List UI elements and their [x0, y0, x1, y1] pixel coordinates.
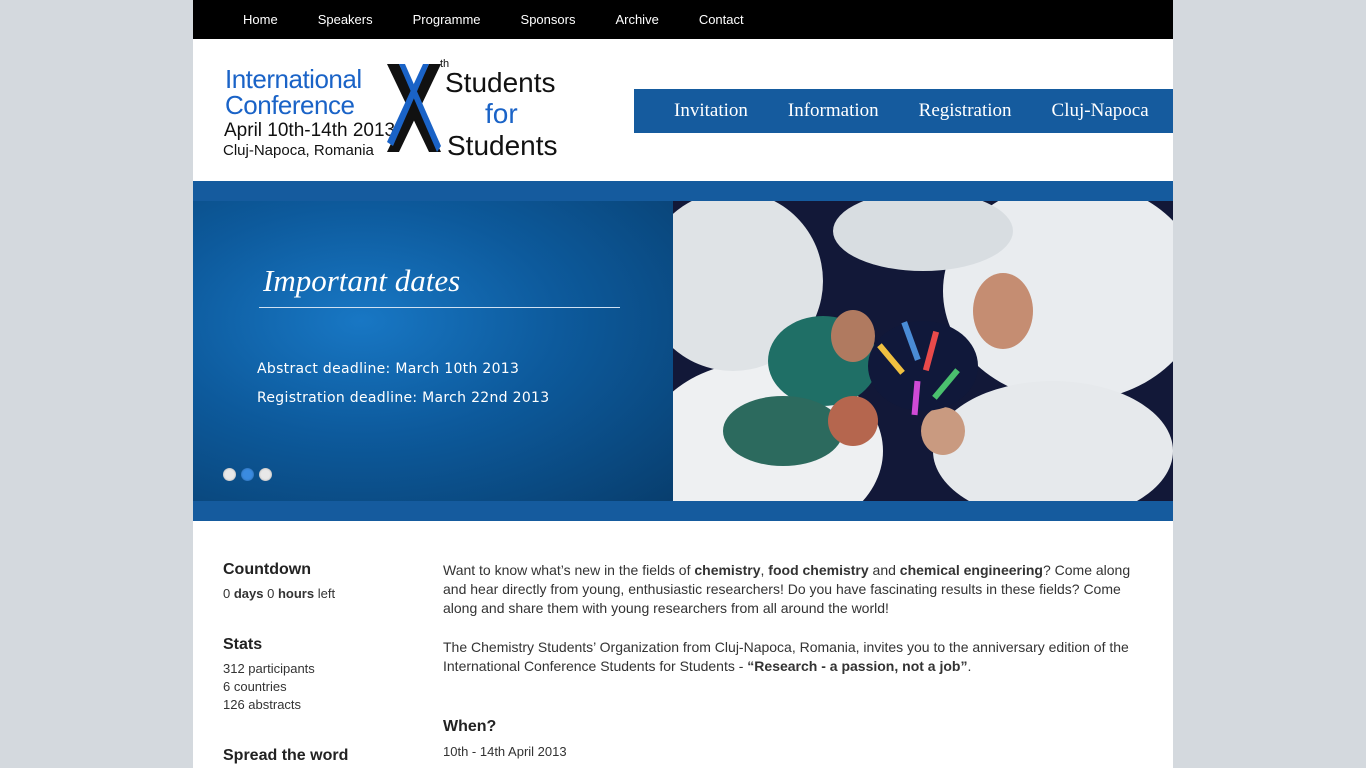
logo-text-dates: April 10th-14th 2013: [224, 120, 396, 141]
banner-slider: Important dates Abstract deadline: March…: [193, 181, 1173, 521]
countdown-hours: 0: [267, 586, 275, 601]
countdown-days: 0: [223, 586, 231, 601]
stats-participants: 312 participants: [223, 661, 315, 676]
intro-bold-chemical-engineering: chemical engineering: [899, 562, 1043, 578]
stats-abstracts: 126 abstracts: [223, 697, 302, 712]
top-nav-sponsors[interactable]: Sponsors: [501, 12, 596, 27]
spread-title: Spread the word: [223, 747, 349, 764]
top-nav-contact[interactable]: Contact: [679, 12, 764, 27]
roman-ten-x-icon: [387, 64, 441, 152]
invitation-paragraph: The Chemistry Students’ Organization fro…: [443, 638, 1143, 676]
header: International Conference April 10th-14th…: [193, 39, 1173, 181]
top-nav-archive[interactable]: Archive: [595, 12, 678, 27]
main-nav-information[interactable]: Information: [768, 100, 899, 122]
invitation-motto: “Research - a passion, not a job”: [747, 658, 968, 674]
invitation-text-2: .: [967, 658, 972, 674]
main-navigation: Invitation Information Registration Cluj…: [634, 89, 1173, 133]
main-nav-registration[interactable]: Registration: [899, 100, 1032, 122]
logo-text-international: International: [225, 64, 362, 94]
top-nav-speakers[interactable]: Speakers: [298, 12, 393, 27]
abstract-deadline: Abstract deadline: March 10th 2013: [257, 361, 520, 377]
intro-text-1: Want to know what’s new in the fields of: [443, 562, 695, 578]
countdown-title: Countdown: [223, 561, 311, 578]
countdown-left: left: [317, 586, 336, 601]
countdown-hours-label: hours: [277, 586, 315, 601]
page: Home Speakers Programme Sponsors Archive…: [193, 0, 1173, 768]
main-content: Want to know what’s new in the fields of…: [443, 561, 1143, 761]
when-title: When?: [443, 718, 497, 735]
slider-dot-2[interactable]: [241, 468, 254, 481]
top-nav-home[interactable]: Home: [223, 12, 298, 27]
logo-text-students-2: Students: [447, 130, 558, 161]
when-text: 10th - 14th April 2013: [443, 744, 567, 759]
slide-title: Important dates: [263, 263, 461, 298]
countdown-widget: Countdown 0 days 0 hours left: [223, 561, 423, 603]
registration-deadline: Registration deadline: March 22nd 2013: [257, 390, 550, 406]
main-nav-invitation[interactable]: Invitation: [654, 100, 768, 122]
stats-countries: 6 countries: [223, 679, 287, 694]
logo-text-conference: Conference: [225, 90, 355, 120]
intro-text-3: and: [868, 562, 900, 578]
slider-pagination: [223, 468, 272, 481]
slider-dot-3[interactable]: [259, 468, 272, 481]
slide-panel: Important dates Abstract deadline: March…: [193, 201, 673, 501]
conference-logo[interactable]: International Conference April 10th-14th…: [221, 56, 566, 161]
spread-widget: Spread the word: [223, 747, 423, 765]
countdown-value: 0 days 0 hours left: [223, 585, 423, 603]
top-nav-programme[interactable]: Programme: [393, 12, 501, 27]
intro-bold-food-chemistry: food chemistry: [768, 562, 869, 578]
slide-divider: [259, 307, 620, 308]
logo-text-for: for: [485, 98, 518, 129]
slider-dot-1[interactable]: [223, 468, 236, 481]
countdown-days-label: days: [233, 586, 264, 601]
main-nav-cluj-napoca[interactable]: Cluj-Napoca: [1032, 100, 1169, 122]
logo-text-students: Students: [445, 67, 556, 98]
students-lab-photo: [673, 201, 1173, 501]
stats-title: Stats: [223, 636, 263, 653]
lab-photo-illustration: [673, 201, 1173, 501]
intro-paragraph: Want to know what’s new in the fields of…: [443, 561, 1143, 618]
stats-widget: Stats 312 participants 6 countries 126 a…: [223, 636, 423, 714]
top-navigation: Home Speakers Programme Sponsors Archive…: [193, 0, 1173, 39]
logo-text-location: Cluj-Napoca, Romania: [223, 142, 374, 159]
intro-bold-chemistry: chemistry: [694, 562, 761, 578]
